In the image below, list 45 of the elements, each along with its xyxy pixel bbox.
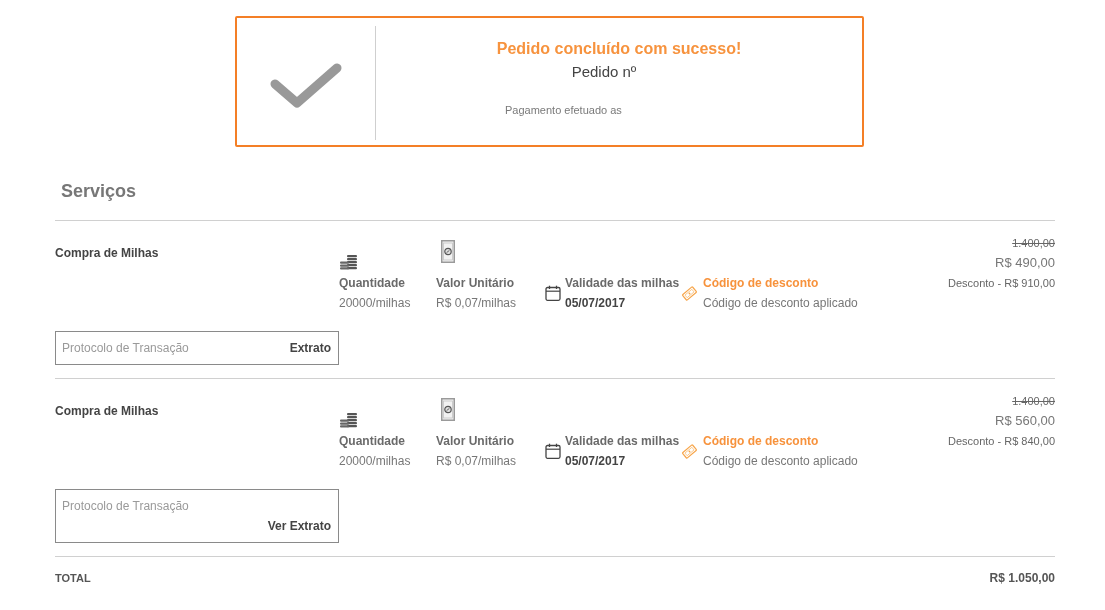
original-price: 1.400,00 <box>1011 236 1055 251</box>
calendar-icon <box>545 443 561 459</box>
statement-button[interactable]: Extrato <box>289 338 331 358</box>
detail-value: Código de desconto aplicado <box>703 295 858 312</box>
detail-label: Código de desconto <box>703 433 820 450</box>
price: R$ 560,00 <box>994 412 1055 430</box>
detail-label: Validade das milhas <box>565 275 680 292</box>
statement-button[interactable]: Ver Extrato <box>267 516 331 536</box>
discount-amount: Desconto - R$ 840,00 <box>948 434 1055 449</box>
discount-amount: Desconto - R$ 910,00 <box>948 276 1055 291</box>
detail-value: 05/07/2017 <box>565 295 627 312</box>
total-value: R$ 1.050,00 <box>989 570 1055 587</box>
banknote-icon <box>441 398 455 421</box>
protocol-field[interactable]: Protocolo de Transação Extrato <box>55 331 339 365</box>
detail-label: Quantidade <box>339 433 406 450</box>
banknote-icon <box>441 240 455 263</box>
detail-label: Valor Unitário <box>436 275 516 292</box>
detail-value: 20000/milhas <box>339 295 411 312</box>
detail-value: Código de desconto aplicado <box>703 453 858 470</box>
detail-value: R$ 0,07/milhas <box>436 295 517 312</box>
original-price: 1.400,00 <box>1011 394 1055 409</box>
detail-value: R$ 0,07/milhas <box>436 453 517 470</box>
payment-time-label: Pagamento efetuado as <box>505 103 623 118</box>
detail-label: Valor Unitário <box>436 433 516 450</box>
ticket-icon <box>681 284 698 302</box>
coins-icon <box>340 255 357 270</box>
detail-value: 05/07/2017 <box>565 453 627 470</box>
order-number-label: Pedido nº <box>570 62 638 82</box>
detail-value: 20000/milhas <box>339 453 411 470</box>
protocol-input[interactable]: Protocolo de Transação <box>62 338 272 358</box>
checkmark-icon <box>269 61 343 110</box>
calendar-icon <box>545 285 561 301</box>
service-name: Compra de Milhas <box>55 403 160 420</box>
detail-label: Quantidade <box>339 275 406 292</box>
protocol-input[interactable]: Protocolo de Transação <box>62 496 272 516</box>
ticket-icon <box>681 442 698 460</box>
detail-label: Código de desconto <box>703 275 820 292</box>
detail-label: Validade das milhas <box>565 433 680 450</box>
total-label: TOTAL <box>55 571 91 586</box>
success-title: Pedido concluído com sucesso! <box>495 39 743 59</box>
coins-icon <box>340 413 357 428</box>
section-title: Serviços <box>55 179 1055 221</box>
price: R$ 490,00 <box>994 254 1055 272</box>
protocol-field[interactable]: Protocolo de Transação Ver Extrato <box>55 489 339 543</box>
service-name: Compra de Milhas <box>55 245 160 262</box>
